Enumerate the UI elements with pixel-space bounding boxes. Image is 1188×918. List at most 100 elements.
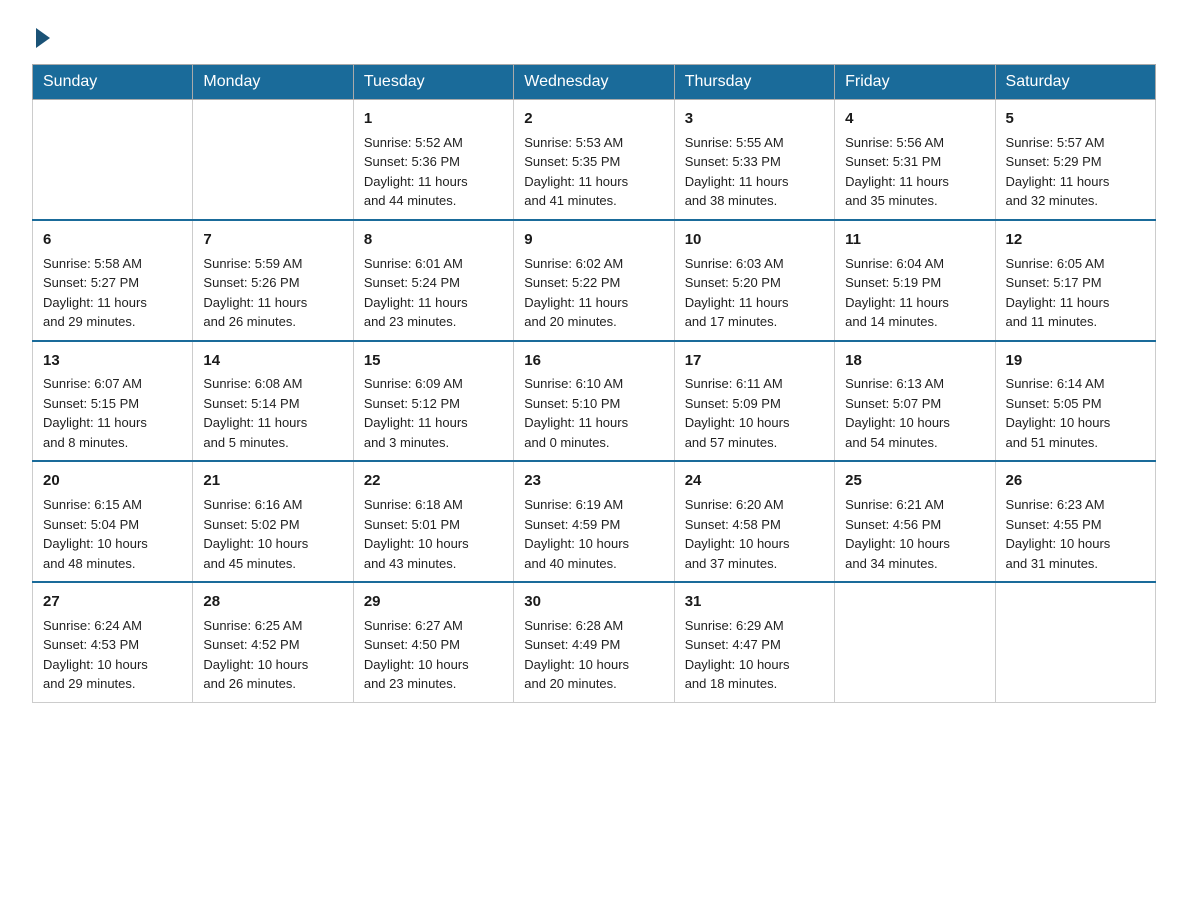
day-info: Sunrise: 6:23 AM Sunset: 4:55 PM Dayligh… bbox=[1006, 495, 1145, 573]
day-number: 26 bbox=[1006, 470, 1145, 492]
calendar-cell bbox=[193, 100, 353, 220]
day-number: 7 bbox=[203, 229, 342, 251]
calendar-cell: 18Sunrise: 6:13 AM Sunset: 5:07 PM Dayli… bbox=[835, 341, 995, 462]
day-number: 5 bbox=[1006, 108, 1145, 130]
calendar-cell: 14Sunrise: 6:08 AM Sunset: 5:14 PM Dayli… bbox=[193, 341, 353, 462]
day-of-week-header: Wednesday bbox=[514, 65, 674, 100]
day-number: 29 bbox=[364, 591, 503, 613]
day-number: 9 bbox=[524, 229, 663, 251]
day-of-week-header: Sunday bbox=[33, 65, 193, 100]
day-number: 27 bbox=[43, 591, 182, 613]
header-row: SundayMondayTuesdayWednesdayThursdayFrid… bbox=[33, 65, 1156, 100]
logo bbox=[32, 24, 64, 48]
calendar-cell: 20 Sunrise: 6:15 AM Sunset: 5:04 PM Dayli… bbox=[33, 461, 193, 582]
day-info: Sunrise: 6:18 AM Sunset: 5:01 PM Dayligh… bbox=[364, 495, 503, 573]
day-number: 22 bbox=[364, 470, 503, 492]
day-of-week-header: Monday bbox=[193, 65, 353, 100]
calendar-cell: 26 Sunrise: 6:23 AM Sunset: 4:55 PM Dayli… bbox=[995, 461, 1155, 582]
calendar-cell: 28 Sunrise: 6:25 AM Sunset: 4:52 PM Dayli… bbox=[193, 582, 353, 702]
day-of-week-header: Tuesday bbox=[353, 65, 513, 100]
calendar-cell: 15Sunrise: 6:09 AM Sunset: 5:12 PM Dayli… bbox=[353, 341, 513, 462]
calendar-week-row: 27 Sunrise: 6:24 AM Sunset: 4:53 PM Dayli… bbox=[33, 582, 1156, 702]
day-of-week-header: Saturday bbox=[995, 65, 1155, 100]
day-info: Sunrise: 6:13 AM Sunset: 5:07 PM Dayligh… bbox=[845, 374, 984, 452]
day-number: 20 bbox=[43, 470, 182, 492]
calendar-cell: 30Sunrise: 6:28 AM Sunset: 4:49 PM Dayli… bbox=[514, 582, 674, 702]
calendar-cell: 17Sunrise: 6:11 AM Sunset: 5:09 PM Dayli… bbox=[674, 341, 834, 462]
day-number: 31 bbox=[685, 591, 824, 613]
calendar-cell: 21 Sunrise: 6:16 AM Sunset: 5:02 PM Dayli… bbox=[193, 461, 353, 582]
page-header bbox=[32, 24, 1156, 48]
day-info: Sunrise: 5:56 AM Sunset: 5:31 PM Dayligh… bbox=[845, 133, 984, 211]
calendar-cell: 2 Sunrise: 5:53 AM Sunset: 5:35 PM Daylig… bbox=[514, 100, 674, 220]
day-number: 13 bbox=[43, 350, 182, 372]
calendar-cell: 1Sunrise: 5:52 AM Sunset: 5:36 PM Daylig… bbox=[353, 100, 513, 220]
day-info: Sunrise: 5:52 AM Sunset: 5:36 PM Dayligh… bbox=[364, 133, 503, 211]
calendar-cell: 3 Sunrise: 5:55 AM Sunset: 5:33 PM Daylig… bbox=[674, 100, 834, 220]
calendar-week-row: 13Sunrise: 6:07 AM Sunset: 5:15 PM Dayli… bbox=[33, 341, 1156, 462]
day-number: 12 bbox=[1006, 229, 1145, 251]
day-info: Sunrise: 5:58 AM Sunset: 5:27 PM Dayligh… bbox=[43, 254, 182, 332]
calendar-cell: 22 Sunrise: 6:18 AM Sunset: 5:01 PM Dayli… bbox=[353, 461, 513, 582]
day-number: 6 bbox=[43, 229, 182, 251]
day-info: Sunrise: 5:55 AM Sunset: 5:33 PM Dayligh… bbox=[685, 133, 824, 211]
day-number: 11 bbox=[845, 229, 984, 251]
day-number: 4 bbox=[845, 108, 984, 130]
day-info: Sunrise: 6:09 AM Sunset: 5:12 PM Dayligh… bbox=[364, 374, 503, 452]
day-number: 24 bbox=[685, 470, 824, 492]
day-number: 21 bbox=[203, 470, 342, 492]
calendar-cell: 19Sunrise: 6:14 AM Sunset: 5:05 PM Dayli… bbox=[995, 341, 1155, 462]
day-info: Sunrise: 6:04 AM Sunset: 5:19 PM Dayligh… bbox=[845, 254, 984, 332]
day-number: 8 bbox=[364, 229, 503, 251]
calendar-week-row: 20 Sunrise: 6:15 AM Sunset: 5:04 PM Dayli… bbox=[33, 461, 1156, 582]
day-number: 2 bbox=[524, 108, 663, 130]
calendar-cell: 24 Sunrise: 6:20 AM Sunset: 4:58 PM Dayli… bbox=[674, 461, 834, 582]
day-info: Sunrise: 5:59 AM Sunset: 5:26 PM Dayligh… bbox=[203, 254, 342, 332]
calendar-cell: 27 Sunrise: 6:24 AM Sunset: 4:53 PM Dayli… bbox=[33, 582, 193, 702]
day-info: Sunrise: 6:07 AM Sunset: 5:15 PM Dayligh… bbox=[43, 374, 182, 452]
day-info: Sunrise: 6:11 AM Sunset: 5:09 PM Dayligh… bbox=[685, 374, 824, 452]
calendar-cell: 11 Sunrise: 6:04 AM Sunset: 5:19 PM Dayli… bbox=[835, 220, 995, 341]
logo-triangle-icon bbox=[36, 28, 50, 48]
day-number: 17 bbox=[685, 350, 824, 372]
day-of-week-header: Thursday bbox=[674, 65, 834, 100]
day-info: Sunrise: 6:19 AM Sunset: 4:59 PM Dayligh… bbox=[524, 495, 663, 573]
day-info: Sunrise: 6:01 AM Sunset: 5:24 PM Dayligh… bbox=[364, 254, 503, 332]
day-number: 10 bbox=[685, 229, 824, 251]
day-info: Sunrise: 5:53 AM Sunset: 5:35 PM Dayligh… bbox=[524, 133, 663, 211]
day-number: 18 bbox=[845, 350, 984, 372]
calendar-cell: 23Sunrise: 6:19 AM Sunset: 4:59 PM Dayli… bbox=[514, 461, 674, 582]
calendar-cell: 6 Sunrise: 5:58 AM Sunset: 5:27 PM Daylig… bbox=[33, 220, 193, 341]
calendar-cell: 29 Sunrise: 6:27 AM Sunset: 4:50 PM Dayli… bbox=[353, 582, 513, 702]
day-info: Sunrise: 6:24 AM Sunset: 4:53 PM Dayligh… bbox=[43, 616, 182, 694]
day-info: Sunrise: 6:08 AM Sunset: 5:14 PM Dayligh… bbox=[203, 374, 342, 452]
calendar-cell bbox=[33, 100, 193, 220]
day-number: 25 bbox=[845, 470, 984, 492]
calendar-cell: 10 Sunrise: 6:03 AM Sunset: 5:20 PM Dayli… bbox=[674, 220, 834, 341]
day-info: Sunrise: 6:16 AM Sunset: 5:02 PM Dayligh… bbox=[203, 495, 342, 573]
day-number: 28 bbox=[203, 591, 342, 613]
day-info: Sunrise: 6:15 AM Sunset: 5:04 PM Dayligh… bbox=[43, 495, 182, 573]
day-info: Sunrise: 6:02 AM Sunset: 5:22 PM Dayligh… bbox=[524, 254, 663, 332]
calendar-cell: 31 Sunrise: 6:29 AM Sunset: 4:47 PM Dayli… bbox=[674, 582, 834, 702]
calendar-week-row: 1Sunrise: 5:52 AM Sunset: 5:36 PM Daylig… bbox=[33, 100, 1156, 220]
calendar-cell: 12 Sunrise: 6:05 AM Sunset: 5:17 PM Dayli… bbox=[995, 220, 1155, 341]
calendar-cell bbox=[835, 582, 995, 702]
calendar-cell: 5 Sunrise: 5:57 AM Sunset: 5:29 PM Daylig… bbox=[995, 100, 1155, 220]
day-info: Sunrise: 6:29 AM Sunset: 4:47 PM Dayligh… bbox=[685, 616, 824, 694]
day-info: Sunrise: 6:03 AM Sunset: 5:20 PM Dayligh… bbox=[685, 254, 824, 332]
day-info: Sunrise: 6:20 AM Sunset: 4:58 PM Dayligh… bbox=[685, 495, 824, 573]
day-number: 3 bbox=[685, 108, 824, 130]
day-number: 19 bbox=[1006, 350, 1145, 372]
calendar-cell: 16Sunrise: 6:10 AM Sunset: 5:10 PM Dayli… bbox=[514, 341, 674, 462]
calendar-week-row: 6 Sunrise: 5:58 AM Sunset: 5:27 PM Daylig… bbox=[33, 220, 1156, 341]
day-info: Sunrise: 6:05 AM Sunset: 5:17 PM Dayligh… bbox=[1006, 254, 1145, 332]
calendar-cell: 25Sunrise: 6:21 AM Sunset: 4:56 PM Dayli… bbox=[835, 461, 995, 582]
day-info: Sunrise: 6:27 AM Sunset: 4:50 PM Dayligh… bbox=[364, 616, 503, 694]
day-info: Sunrise: 6:14 AM Sunset: 5:05 PM Dayligh… bbox=[1006, 374, 1145, 452]
day-info: Sunrise: 6:25 AM Sunset: 4:52 PM Dayligh… bbox=[203, 616, 342, 694]
calendar-table: SundayMondayTuesdayWednesdayThursdayFrid… bbox=[32, 64, 1156, 703]
calendar-cell: 4 Sunrise: 5:56 AM Sunset: 5:31 PM Daylig… bbox=[835, 100, 995, 220]
day-info: Sunrise: 5:57 AM Sunset: 5:29 PM Dayligh… bbox=[1006, 133, 1145, 211]
calendar-cell: 13Sunrise: 6:07 AM Sunset: 5:15 PM Dayli… bbox=[33, 341, 193, 462]
